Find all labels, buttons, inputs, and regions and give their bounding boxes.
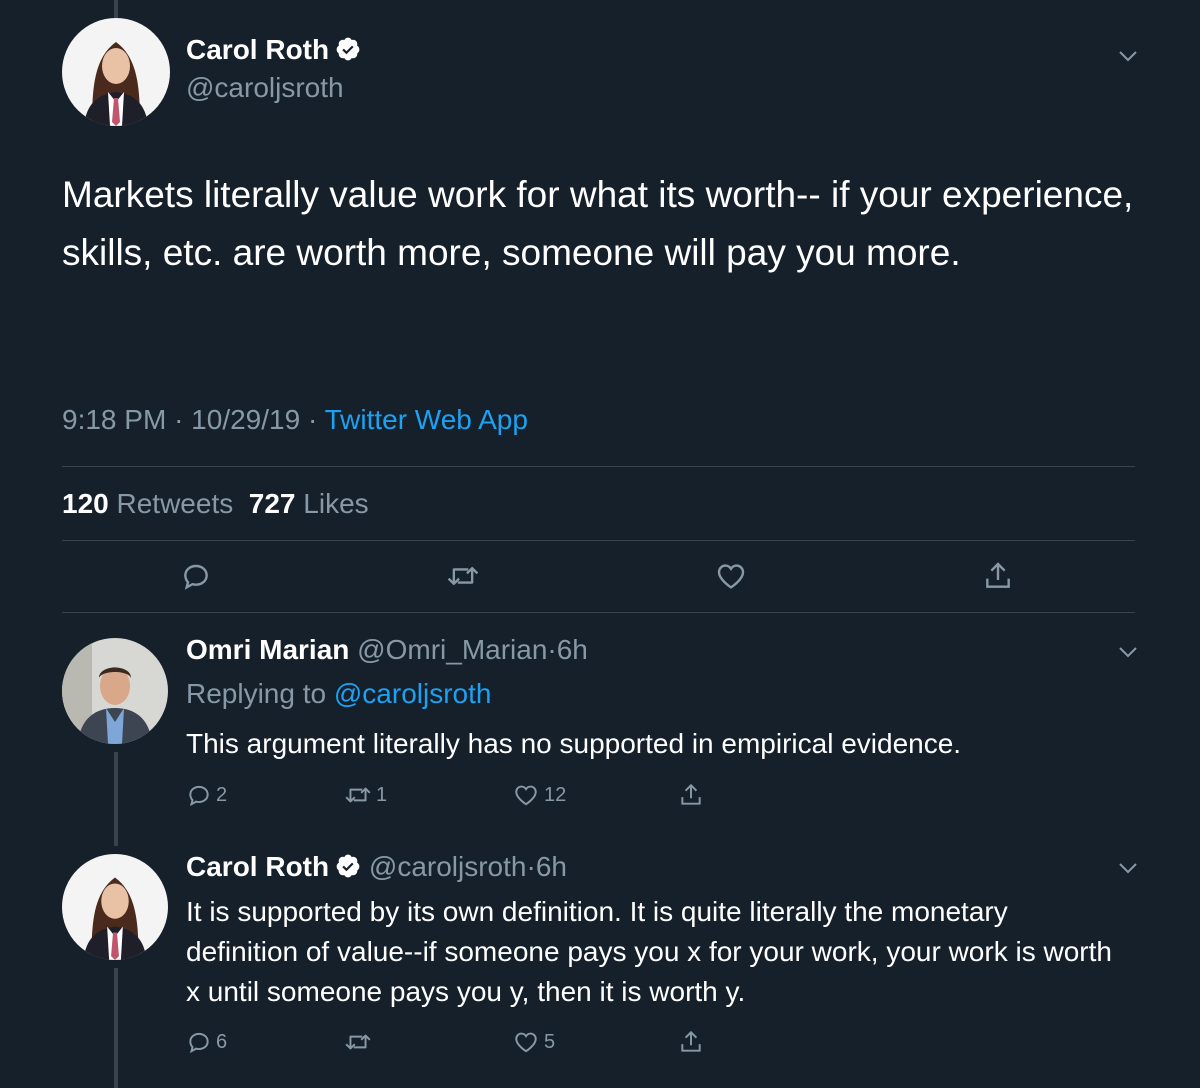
heart-icon bbox=[515, 785, 537, 806]
retweet-count: 1 bbox=[376, 783, 388, 806]
chevron-down-icon[interactable] bbox=[1116, 44, 1140, 68]
omri-marian-avatar-image bbox=[62, 638, 168, 744]
reply-header: Omri Marian @Omri_Marian·6h bbox=[186, 634, 588, 666]
reply-author-name[interactable]: Carol Roth bbox=[186, 851, 329, 882]
heart-icon bbox=[717, 564, 745, 589]
reply-author-name[interactable]: Omri Marian bbox=[186, 634, 349, 665]
carol-roth-avatar-image bbox=[62, 18, 170, 126]
share-button[interactable] bbox=[678, 1029, 704, 1055]
share-icon bbox=[681, 783, 701, 805]
like-count: 12 bbox=[544, 783, 567, 806]
retweets-count: 120 bbox=[62, 488, 109, 519]
share-button[interactable] bbox=[982, 560, 1014, 592]
reply-header: Carol Roth @caroljsroth·6h bbox=[186, 851, 567, 883]
reply-text: It is supported by its own definition. I… bbox=[186, 896, 1112, 1007]
reply-button[interactable] bbox=[180, 560, 212, 592]
verified-badge-icon bbox=[335, 36, 361, 62]
retweet-icon bbox=[447, 566, 479, 586]
author-name[interactable]: Carol Roth bbox=[186, 34, 361, 66]
replying-to-label: Replying to bbox=[186, 678, 327, 709]
share-icon bbox=[986, 562, 1010, 588]
reply-text: This argument literally has no supported… bbox=[186, 728, 962, 759]
tweet-source-link[interactable]: Twitter Web App bbox=[325, 404, 528, 435]
tweet-meta: 9:18 PM · 10/29/19 · Twitter Web App bbox=[62, 404, 528, 436]
heart-icon bbox=[515, 1032, 537, 1053]
carol-roth-avatar-image bbox=[62, 854, 168, 960]
retweet-button[interactable] bbox=[446, 560, 480, 592]
like-button[interactable]: 5 bbox=[512, 1029, 555, 1055]
verified-badge-icon bbox=[335, 853, 361, 879]
thread-line-bottom bbox=[114, 968, 118, 1088]
retweets-stat[interactable]: 120 Retweets bbox=[62, 488, 233, 519]
divider bbox=[62, 540, 1135, 541]
reply-button[interactable]: 2 bbox=[186, 782, 227, 808]
tweet-date: 10/29/19 bbox=[191, 404, 301, 435]
reply-age[interactable]: 6h bbox=[536, 851, 567, 882]
likes-stat[interactable]: 727 Likes bbox=[249, 488, 369, 519]
retweet-button[interactable]: 1 bbox=[344, 782, 387, 808]
meta-separator: · bbox=[547, 634, 557, 665]
like-button[interactable]: 12 bbox=[512, 782, 566, 808]
reply-age[interactable]: 6h bbox=[557, 634, 588, 665]
reply-icon bbox=[189, 1032, 209, 1054]
like-button[interactable] bbox=[714, 560, 748, 592]
reply-button[interactable]: 6 bbox=[186, 1029, 227, 1055]
avatar[interactable] bbox=[62, 18, 170, 126]
replying-to: Replying to @caroljsroth bbox=[186, 678, 491, 710]
share-button[interactable] bbox=[678, 782, 704, 808]
tweet-stats: 120 Retweets 727 Likes bbox=[62, 488, 369, 520]
meta-separator: · bbox=[174, 404, 184, 435]
reply-author-handle[interactable]: @Omri_Marian bbox=[357, 634, 547, 665]
divider bbox=[62, 466, 1135, 467]
retweet-icon bbox=[345, 1034, 371, 1050]
retweet-icon bbox=[345, 787, 371, 803]
meta-separator: · bbox=[526, 851, 536, 882]
reply-icon bbox=[189, 785, 209, 807]
author-handle[interactable]: @caroljsroth bbox=[186, 72, 344, 104]
chevron-down-icon[interactable] bbox=[1116, 640, 1140, 664]
likes-label: Likes bbox=[303, 488, 369, 519]
avatar[interactable] bbox=[62, 854, 168, 960]
replying-to-link[interactable]: @caroljsroth bbox=[334, 678, 492, 709]
chevron-down-icon[interactable] bbox=[1116, 856, 1140, 880]
reply-icon bbox=[184, 564, 208, 590]
reply-author-handle[interactable]: @caroljsroth bbox=[369, 851, 527, 882]
meta-separator: · bbox=[307, 404, 318, 435]
likes-count: 727 bbox=[248, 488, 296, 519]
avatar[interactable] bbox=[62, 638, 168, 744]
tweet-text: Markets literally value work for what it… bbox=[62, 174, 1134, 273]
retweets-label: Retweets bbox=[116, 488, 234, 519]
reply-count: 2 bbox=[216, 783, 228, 806]
tweet-time: 9:18 PM bbox=[62, 404, 167, 435]
share-icon bbox=[681, 1030, 701, 1052]
divider bbox=[62, 612, 1135, 613]
retweet-button[interactable] bbox=[344, 1029, 376, 1055]
thread-line-middle bbox=[114, 752, 118, 846]
thread-line-top bbox=[114, 0, 118, 18]
like-count: 5 bbox=[544, 1030, 556, 1053]
reply-count: 6 bbox=[216, 1030, 228, 1053]
author-name-text: Carol Roth bbox=[186, 34, 330, 65]
